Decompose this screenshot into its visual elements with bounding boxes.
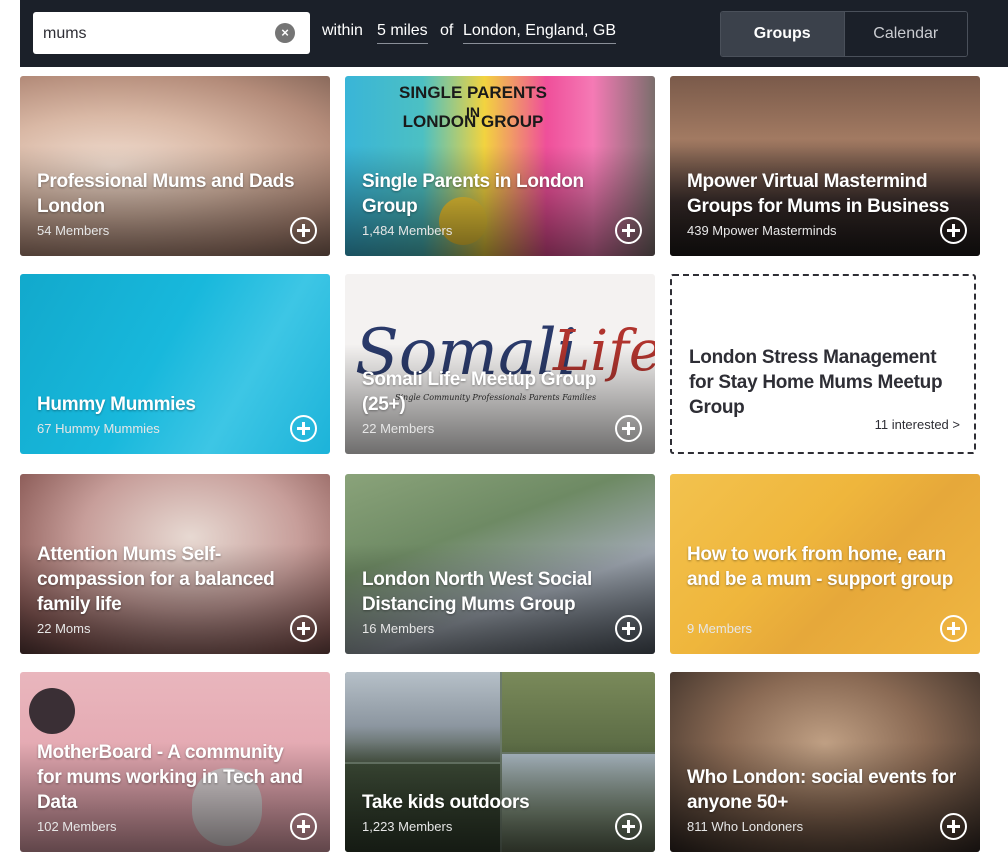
plus-circle-icon[interactable] — [290, 615, 317, 642]
group-title: Somali Life- Meetup Group (25+) — [362, 369, 597, 415]
group-members: 811 Who Londoners — [687, 819, 804, 834]
of-label: of — [440, 22, 454, 39]
group-card[interactable]: London North West Social Distancing Mums… — [345, 474, 655, 654]
group-members: 67 Hummy Mummies — [37, 421, 160, 436]
within-label: within — [322, 22, 363, 39]
plus-circle-icon[interactable] — [940, 615, 967, 642]
group-members: 102 Members — [37, 819, 117, 834]
plus-circle-icon[interactable] — [615, 615, 642, 642]
plus-circle-icon[interactable] — [615, 813, 642, 840]
group-members: 1,484 Members — [362, 223, 453, 238]
group-card[interactable]: SINGLE PARENTS IN LONDON GROUP Single Pa… — [345, 76, 655, 256]
group-card[interactable]: Who London: social events for anyone 50+… — [670, 672, 980, 852]
group-title: London North West Social Distancing Mums… — [362, 569, 592, 615]
group-members: 16 Members — [362, 621, 435, 636]
group-card[interactable]: MotherBoard - A community for mums worki… — [20, 672, 330, 852]
plus-circle-icon[interactable] — [940, 217, 967, 244]
group-card[interactable]: How to work from home, earn and be a mum… — [670, 474, 980, 654]
calendar-tab[interactable]: Calendar — [843, 12, 967, 56]
group-card[interactable]: Somali Life Single Community Professiona… — [345, 274, 655, 454]
group-title: Hummy Mummies — [37, 394, 196, 415]
plus-circle-icon[interactable] — [615, 217, 642, 244]
plus-circle-icon[interactable] — [615, 415, 642, 442]
plus-circle-icon[interactable] — [290, 415, 317, 442]
group-members: 439 Mpower Masterminds — [687, 223, 837, 238]
group-members: 1,223 Members — [362, 819, 453, 834]
location-dropdown[interactable]: London, England, GB — [463, 22, 617, 44]
clear-search-icon[interactable]: × — [275, 23, 295, 43]
interested-link[interactable]: 11 interested > — [875, 417, 960, 432]
motherboard-logo-icon — [29, 688, 75, 734]
group-card[interactable]: Mpower Virtual Mastermind Groups for Mum… — [670, 76, 980, 256]
plus-circle-icon[interactable] — [290, 813, 317, 840]
view-toggle: Groups Calendar — [720, 11, 968, 57]
group-title: Who London: social events for anyone 50+ — [687, 767, 956, 813]
search-input[interactable] — [41, 21, 275, 47]
distance-dropdown[interactable]: 5 miles — [377, 22, 428, 44]
image-text: SINGLE PARENTS — [399, 83, 547, 102]
group-title: MotherBoard - A community for mums worki… — [37, 742, 303, 813]
group-title: Attention Mums Self-compassion for a bal… — [37, 544, 275, 615]
groups-tab[interactable]: Groups — [721, 12, 844, 56]
group-title: Professional Mums and Dads London — [37, 171, 295, 217]
group-card[interactable]: Take kids outdoors 1,223 Members — [345, 672, 655, 852]
group-title: How to work from home, earn and be a mum… — [687, 544, 954, 590]
group-card[interactable]: Professional Mums and Dads London 54 Mem… — [20, 76, 330, 256]
group-title: Mpower Virtual Mastermind Groups for Mum… — [687, 171, 950, 217]
search-bar: × within 5 miles of London, England, GB … — [20, 0, 1008, 67]
group-card[interactable]: Attention Mums Self-compassion for a bal… — [20, 474, 330, 654]
group-title: Take kids outdoors — [362, 792, 530, 813]
group-title: Single Parents in London Group — [362, 171, 584, 217]
group-title: London Stress Management for Stay Home M… — [689, 347, 943, 418]
group-members: 9 Members — [687, 621, 753, 636]
group-members: 54 Members — [37, 223, 110, 238]
group-members: 22 Moms — [37, 621, 91, 636]
group-members: 22 Members — [362, 421, 435, 436]
group-card[interactable]: Hummy Mummies 67 Hummy Mummies — [20, 274, 330, 454]
search-box: × — [33, 12, 310, 54]
plus-circle-icon[interactable] — [940, 813, 967, 840]
plus-circle-icon[interactable] — [290, 217, 317, 244]
svg-text:LONDON GROUP: LONDON GROUP — [403, 112, 544, 131]
group-card-dashed[interactable]: London Stress Management for Stay Home M… — [670, 274, 976, 454]
